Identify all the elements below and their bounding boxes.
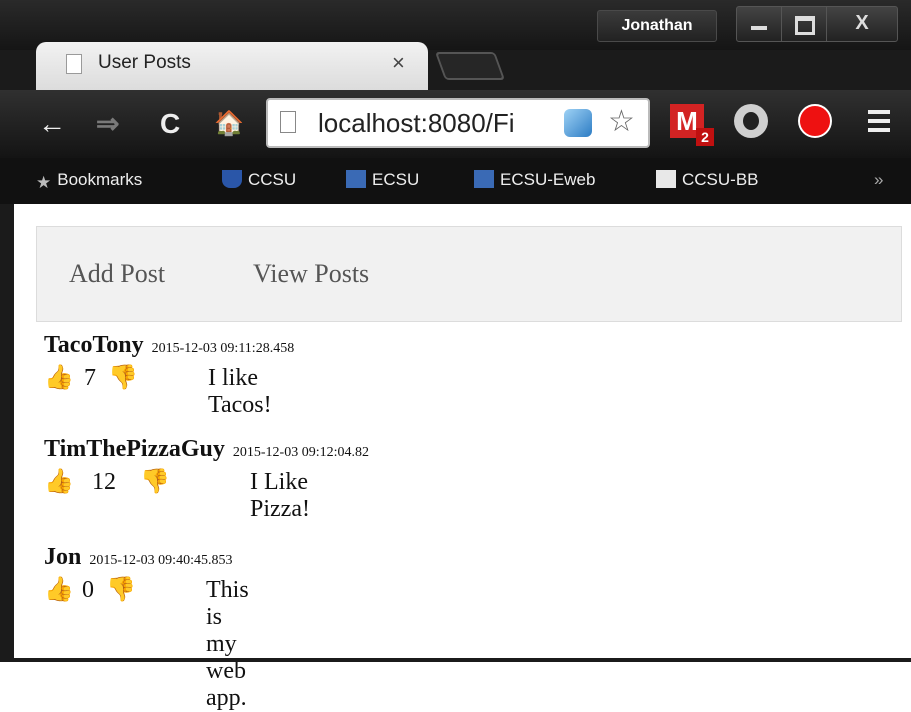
close-window-button[interactable]: X bbox=[826, 6, 898, 42]
building-icon bbox=[346, 170, 366, 188]
bookmark-star-icon[interactable]: ☆ bbox=[608, 104, 635, 139]
building-icon bbox=[474, 170, 494, 188]
post-item: Jon 2015-12-03 09:40:45.853 👍 0 👎 This i… bbox=[44, 544, 249, 711]
opera-icon[interactable] bbox=[734, 104, 768, 138]
post-vote-row: 👍 7 👎 I like Tacos! bbox=[44, 359, 294, 418]
page-content: Add Post View Posts TacoTony 2015-12-03 … bbox=[14, 204, 911, 711]
post-timestamp: 2015-12-03 09:40:45.853 bbox=[89, 553, 233, 568]
bookmarks-overflow-icon[interactable]: » bbox=[874, 170, 883, 190]
nav-add-post[interactable]: Add Post bbox=[69, 259, 165, 289]
post-timestamp: 2015-12-03 09:12:04.82 bbox=[232, 445, 369, 460]
gmail-badge: 2 bbox=[696, 128, 714, 146]
post-timestamp: 2015-12-03 09:11:28.458 bbox=[151, 341, 295, 356]
post-text: I like Tacos! bbox=[208, 365, 272, 418]
bookmark-label: ECSU-Eweb bbox=[500, 170, 596, 189]
post-author: TimThePizzaGuy bbox=[44, 436, 225, 462]
thumbs-down-icon[interactable]: 👎 bbox=[108, 363, 138, 392]
forward-icon[interactable]: ⇒ bbox=[96, 104, 119, 144]
post-vote-row: 👍 12 👎 I Like Pizza! bbox=[44, 463, 369, 522]
maximize-button[interactable] bbox=[781, 6, 827, 42]
page-icon bbox=[66, 54, 82, 74]
bookmarks-bar: ★ Bookmarks CCSU ECSU ECSU-Eweb CCSU-BB » bbox=[0, 158, 911, 204]
post-like-count: 0 bbox=[82, 577, 94, 603]
page-icon bbox=[280, 111, 296, 133]
tab-close-icon[interactable]: × bbox=[392, 50, 405, 76]
post-text: This is my web app. bbox=[206, 577, 249, 711]
post-author: Jon bbox=[44, 544, 82, 570]
thumbs-up-icon[interactable]: 👍 bbox=[44, 467, 74, 496]
bookmark-ccsu-bb[interactable]: CCSU-BB bbox=[656, 170, 759, 190]
post-text: I Like Pizza! bbox=[250, 469, 310, 522]
window-border bbox=[0, 658, 911, 662]
tab-title: User Posts bbox=[98, 52, 191, 73]
url-text: localhost:8080/Fi bbox=[318, 108, 515, 138]
profile-button[interactable]: Jonathan bbox=[597, 10, 717, 42]
home-icon[interactable]: 🏠 bbox=[214, 104, 244, 144]
minimize-icon bbox=[751, 26, 767, 30]
bookmarks-folder[interactable]: ★ Bookmarks bbox=[36, 170, 143, 192]
reload-icon[interactable]: C bbox=[160, 104, 180, 144]
minimize-button[interactable] bbox=[736, 6, 782, 42]
menu-icon[interactable] bbox=[868, 110, 890, 137]
tab-user-posts[interactable] bbox=[36, 42, 428, 90]
nav-view-posts[interactable]: View Posts bbox=[253, 259, 369, 289]
blackboard-icon bbox=[656, 170, 676, 188]
maximize-icon bbox=[795, 16, 815, 35]
post-header: TimThePizzaGuy 2015-12-03 09:12:04.82 bbox=[44, 436, 369, 463]
address-bar[interactable]: localhost:8080/Fi ☆ bbox=[266, 98, 650, 148]
bookmark-label: Bookmarks bbox=[57, 170, 143, 189]
new-tab-button[interactable] bbox=[434, 52, 506, 80]
post-header: Jon 2015-12-03 09:40:45.853 bbox=[44, 544, 232, 571]
post-item: TacoTony 2015-12-03 09:11:28.458 👍 7 👎 I… bbox=[44, 332, 294, 418]
thumbs-up-icon[interactable]: 👍 bbox=[44, 575, 74, 604]
bookmark-ecsu-eweb[interactable]: ECSU-Eweb bbox=[474, 170, 595, 190]
thumbs-up-icon[interactable]: 👍 bbox=[44, 363, 74, 392]
site-navbar: Add Post View Posts bbox=[36, 226, 902, 322]
bookmark-ccsu[interactable]: CCSU bbox=[222, 170, 296, 190]
bookmark-label: CCSU-BB bbox=[682, 170, 759, 189]
post-vote-row: 👍 0 👎 This is my web app. bbox=[44, 571, 249, 711]
bookmark-label: ECSU bbox=[372, 170, 420, 189]
bookmark-ecsu[interactable]: ECSU bbox=[346, 170, 419, 190]
shield-icon bbox=[222, 170, 242, 188]
post-like-count: 12 bbox=[92, 469, 116, 495]
post-item: TimThePizzaGuy 2015-12-03 09:12:04.82 👍 … bbox=[44, 436, 369, 522]
window-border bbox=[0, 204, 14, 658]
back-icon[interactable]: ← bbox=[38, 104, 66, 144]
post-author: TacoTony bbox=[44, 332, 144, 358]
star-icon: ★ bbox=[36, 173, 52, 192]
browser-window: Jonathan X User Posts × ← ⇒ C 🏠 localhos… bbox=[0, 0, 911, 711]
bookmark-label: CCSU bbox=[248, 170, 297, 189]
post-header: TacoTony 2015-12-03 09:11:28.458 bbox=[44, 332, 294, 359]
thumbs-down-icon[interactable]: 👎 bbox=[106, 575, 136, 604]
adblock-icon[interactable] bbox=[798, 104, 832, 138]
extension-cube-icon[interactable] bbox=[564, 109, 592, 137]
post-like-count: 7 bbox=[84, 365, 96, 391]
thumbs-down-icon[interactable]: 👎 bbox=[140, 467, 170, 496]
